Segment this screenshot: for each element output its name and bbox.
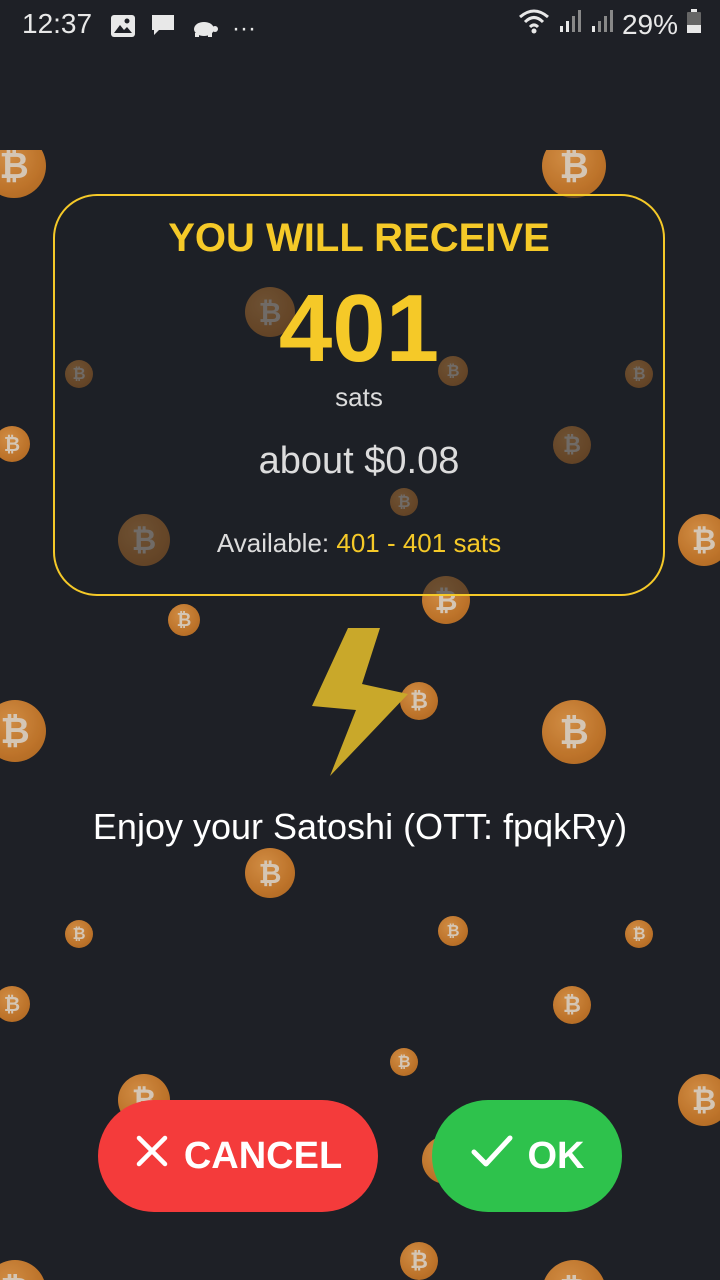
available-label: Available: — [216, 528, 330, 558]
cancel-button[interactable]: CANCEL — [98, 1100, 378, 1212]
receive-title: YOU WILL RECEIVE — [168, 216, 550, 260]
bitcoin-coin-icon: ₿ — [390, 1048, 418, 1076]
cancel-button-label: CANCEL — [183, 1134, 343, 1177]
message-icon — [150, 12, 176, 45]
bitcoin-coin-icon: ₿ — [553, 986, 591, 1024]
close-icon — [134, 1133, 170, 1179]
signal-icon — [590, 8, 614, 41]
bitcoin-coin-icon: ₿ — [542, 150, 606, 198]
image-icon — [110, 13, 136, 45]
bitcoin-coin-icon: ₿ — [0, 150, 46, 198]
ok-button-label: OK — [527, 1134, 585, 1177]
wifi-icon — [518, 8, 550, 41]
available-range-value: 401 - 401 sats — [336, 528, 502, 558]
bitcoin-coin-icon: ₿ — [0, 986, 30, 1022]
bitcoin-coin-icon: ₿ — [245, 848, 295, 898]
bitcoin-coin-icon: ₿ — [625, 920, 653, 948]
sats-unit-label: sats — [335, 382, 383, 412]
bitcoin-coin-icon: ₿ — [678, 1074, 720, 1126]
bitcoin-coin-icon: ₿ — [678, 514, 720, 566]
bitcoin-coin-icon: ₿ — [542, 1260, 606, 1280]
lightning-bolt-icon — [310, 626, 410, 778]
bitcoin-coin-icon: ₿ — [542, 700, 606, 764]
receive-card: YOU WILL RECEIVE 401 sats about $0.08 Av… — [53, 194, 665, 596]
ok-button[interactable]: OK — [432, 1100, 622, 1212]
bitcoin-coin-icon: ₿ — [0, 700, 46, 762]
bitcoin-coin-icon: ₿ — [0, 1260, 46, 1280]
status-time: 12:37 — [22, 8, 93, 39]
checkmark-icon — [470, 1133, 514, 1179]
turtle-icon — [190, 13, 218, 45]
available-range: Available: 401 - 401 sats — [55, 528, 663, 559]
success-message: Enjoy your Satoshi (OTT: fpqkRy) — [92, 806, 628, 847]
bitcoin-coin-icon: ₿ — [0, 426, 30, 462]
bitcoin-coin-icon: ₿ — [438, 916, 468, 946]
fiat-estimate: about $0.08 — [258, 440, 460, 482]
bitcoin-coin-icon: ₿ — [168, 604, 200, 636]
sats-amount: 401 — [278, 275, 440, 382]
bitcoin-coin-icon: ₿ — [400, 1242, 438, 1280]
bitcoin-coin-icon: ₿ — [65, 920, 93, 948]
signal-icon — [558, 8, 582, 41]
more-notifications-icon: ··· — [232, 14, 256, 42]
battery-icon — [686, 8, 702, 41]
battery-percentage: 29% — [621, 8, 678, 40]
status-bar: 12:37 ··· 29% — [0, 0, 720, 50]
